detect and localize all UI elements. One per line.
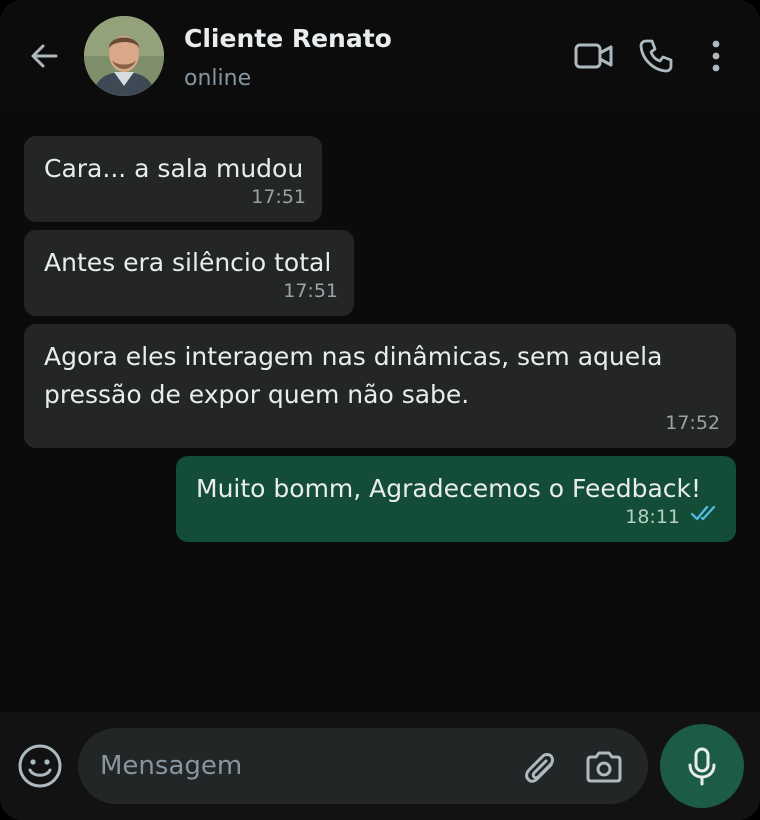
message-time: 17:51 bbox=[283, 280, 338, 302]
message-line: pressão de expor quem não sabe. bbox=[44, 380, 470, 409]
chat-header: Cliente Renato online bbox=[0, 0, 760, 112]
message-bubble-outgoing[interactable]: Muito bomm, Agradecemos o Feedback! 18:1… bbox=[176, 456, 736, 542]
camera-button[interactable] bbox=[583, 746, 625, 788]
message-text: Agora eles interagem nas dinâmicas, sem … bbox=[44, 338, 662, 414]
message-text: Muito bomm, Agradecemos o Feedback! bbox=[196, 474, 702, 503]
attach-button[interactable] bbox=[518, 746, 560, 788]
attach-icon bbox=[525, 753, 554, 783]
message-bubble-incoming[interactable]: Agora eles interagem nas dinâmicas, sem … bbox=[24, 324, 736, 448]
more-options-button[interactable] bbox=[696, 36, 736, 76]
message-input[interactable] bbox=[100, 728, 500, 804]
message-time: 17:52 bbox=[665, 412, 720, 434]
more-options-icon bbox=[712, 40, 720, 72]
emoji-button[interactable] bbox=[16, 742, 64, 790]
message-bubble-incoming[interactable]: Cara... a sala mudou 17:51 bbox=[24, 136, 322, 222]
back-arrow-icon bbox=[31, 44, 58, 68]
voice-call-icon bbox=[639, 39, 673, 73]
read-receipt-icon bbox=[690, 505, 716, 521]
message-input-box[interactable] bbox=[78, 728, 648, 804]
contact-status: online bbox=[184, 66, 252, 91]
voice-call-button[interactable] bbox=[636, 36, 676, 76]
message-text: Antes era silêncio total bbox=[44, 248, 332, 277]
message-list[interactable]: Cara... a sala mudou 17:51 Antes era sil… bbox=[0, 112, 760, 712]
back-button[interactable] bbox=[24, 36, 64, 76]
message-line: Agora eles interagem nas dinâmicas, sem … bbox=[44, 342, 663, 371]
video-call-icon bbox=[574, 43, 613, 69]
camera-icon bbox=[586, 751, 622, 783]
message-time: 17:51 bbox=[251, 186, 306, 208]
contact-name[interactable]: Cliente Renato bbox=[184, 24, 392, 53]
voice-message-button[interactable] bbox=[660, 724, 744, 808]
avatar-image bbox=[84, 16, 164, 96]
mic-icon bbox=[688, 747, 716, 786]
emoji-icon bbox=[18, 744, 62, 788]
message-bubble-incoming[interactable]: Antes era silêncio total 17:51 bbox=[24, 230, 354, 316]
chat-screen: Cliente Renato online Cara... a sala mud… bbox=[0, 0, 760, 820]
message-text: Cara... a sala mudou bbox=[44, 154, 304, 183]
message-time: 18:11 bbox=[625, 506, 680, 528]
video-call-button[interactable] bbox=[574, 36, 614, 76]
avatar[interactable] bbox=[84, 16, 164, 96]
